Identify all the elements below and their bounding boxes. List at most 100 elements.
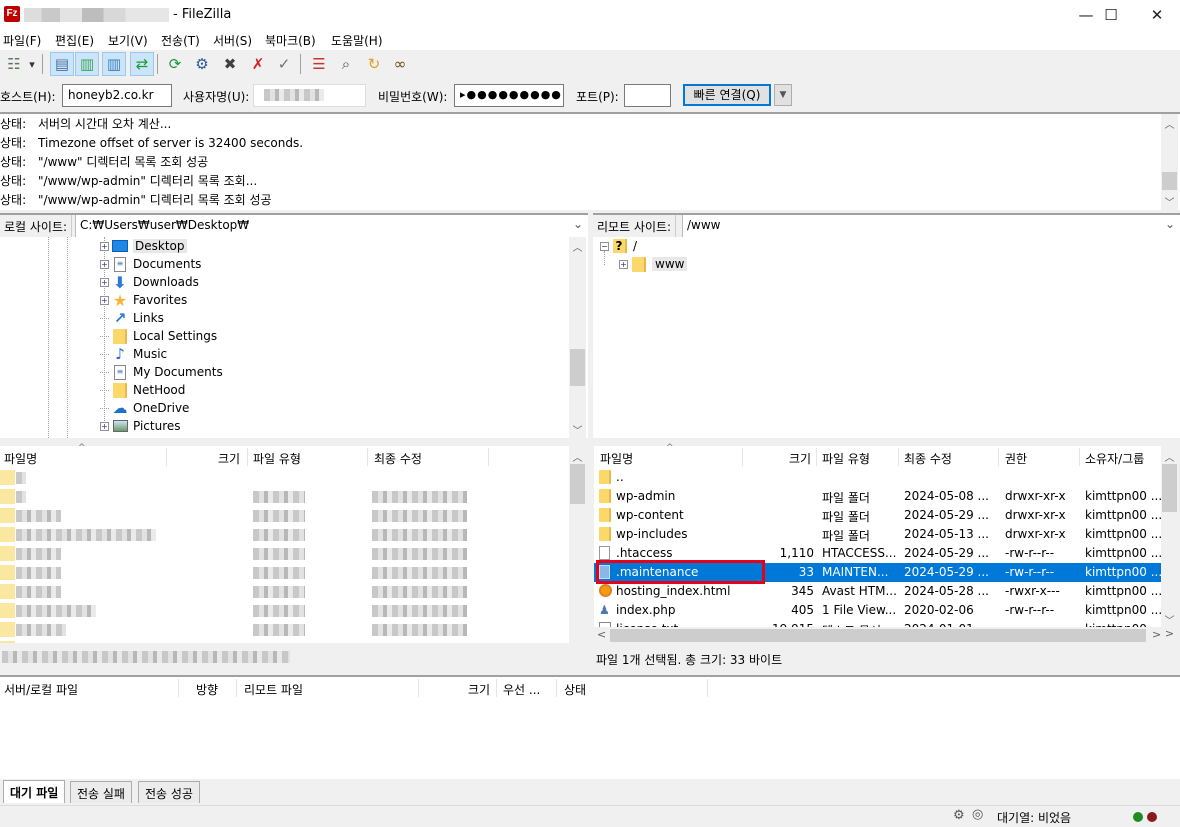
local-list-scrollbar[interactable]: ︿: [569, 446, 586, 643]
tab-queued-files[interactable]: 대기 파일: [3, 780, 66, 803]
scroll-up-icon[interactable]: ︿: [1161, 449, 1178, 464]
tree-node-nethood[interactable]: NetHood: [100, 381, 185, 399]
toggle-remote-tree-icon[interactable]: ▥: [102, 52, 126, 76]
scroll-right-icon[interactable]: >: [1152, 628, 1161, 641]
quickconnect-dropdown[interactable]: ▼: [774, 84, 792, 106]
toggle-message-log-icon[interactable]: ▤: [50, 52, 74, 76]
log-scroll-thumb[interactable]: [1162, 172, 1177, 190]
remote-list-scrollbar[interactable]: ︿ ﹀: [1161, 446, 1178, 627]
col-filetype[interactable]: 파일 유형: [822, 450, 870, 467]
menu-help[interactable]: 도움말(H): [331, 32, 383, 49]
expand-icon[interactable]: +: [100, 277, 109, 287]
speed-limit-gauge-icon[interactable]: ◎: [972, 807, 983, 822]
scroll-up-icon[interactable]: ︿: [569, 239, 586, 254]
chevron-down-icon[interactable]: ⌄: [573, 217, 583, 231]
col-filename[interactable]: 파일명: [600, 450, 633, 467]
scroll-up-icon[interactable]: ︿: [569, 449, 586, 464]
cancel-icon[interactable]: ✖: [218, 52, 242, 76]
tree-node-local-settings[interactable]: Local Settings: [100, 327, 217, 345]
col-permissions[interactable]: 권한: [1005, 450, 1027, 467]
local-file-row[interactable]: [0, 582, 570, 601]
remote-file-row[interactable]: ♟ index.php 405 1 File View... 2020-02-06 -rw…: [594, 601, 1161, 620]
log-scrollbar[interactable]: ︿ ﹀: [1161, 114, 1178, 210]
local-file-row[interactable]: [0, 601, 570, 620]
col-size[interactable]: 크기: [218, 450, 240, 467]
menu-bookmarks[interactable]: 북마크(B): [265, 32, 316, 49]
col-remote-file[interactable]: 리모트 파일: [244, 681, 303, 698]
port-input[interactable]: [624, 84, 671, 107]
local-tree-scroll-thumb[interactable]: [570, 349, 585, 386]
remote-file-row[interactable]: wp-admin 파일 폴더 2024-05-08 ... drwxr-xr-x kim…: [594, 487, 1161, 506]
expand-icon[interactable]: +: [100, 259, 109, 269]
maximize-button[interactable]: ☐: [1088, 0, 1134, 30]
collapse-icon[interactable]: −: [600, 241, 609, 251]
directory-filter-icon[interactable]: ☰: [307, 52, 331, 76]
col-owner-group[interactable]: 소유자/그룹: [1085, 450, 1144, 467]
settings-gear-icon[interactable]: ⚙: [953, 808, 965, 823]
username-input[interactable]: [253, 84, 366, 107]
tree-node-favorites[interactable]: + ★ Favorites: [100, 291, 187, 310]
remote-list-scroll-thumb[interactable]: [1162, 464, 1177, 512]
tree-node-desktop[interactable]: + Desktop: [100, 237, 187, 255]
col-size[interactable]: 크기: [468, 681, 490, 698]
local-tree-scrollbar[interactable]: ︿ ﹀: [569, 237, 586, 438]
col-priority[interactable]: 우선 ...: [503, 681, 540, 698]
local-file-row[interactable]: [0, 468, 570, 487]
local-list-scroll-thumb[interactable]: [570, 464, 585, 504]
menu-edit[interactable]: 편집(E): [55, 32, 94, 49]
scroll-right-icon[interactable]: >: [1161, 627, 1178, 644]
local-file-row[interactable]: [0, 639, 570, 643]
local-file-row[interactable]: [0, 487, 570, 506]
reconnect-icon[interactable]: ✓: [272, 52, 296, 76]
scroll-down-icon[interactable]: ﹀: [569, 422, 586, 437]
close-button[interactable]: ✕: [1134, 0, 1180, 30]
col-status[interactable]: 상태: [564, 681, 586, 698]
toggle-local-tree-icon[interactable]: ▥: [75, 52, 99, 76]
local-path-input[interactable]: C:₩Users₩user₩Desktop₩ ⌄: [75, 215, 588, 237]
tree-node-documents[interactable]: + ≡ Documents: [100, 255, 201, 273]
chevron-down-icon[interactable]: ⌄: [1165, 217, 1175, 231]
tree-node-music[interactable]: ♪ Music: [100, 345, 167, 363]
tree-node-my-documents[interactable]: ≡ My Documents: [100, 363, 223, 381]
remote-path-input[interactable]: /www ⌄: [682, 215, 1180, 237]
site-manager-icon[interactable]: ☷: [2, 52, 26, 76]
disconnect-icon[interactable]: ✗: [246, 52, 270, 76]
expand-icon[interactable]: +: [619, 259, 628, 269]
pane-splitter[interactable]: [588, 213, 592, 673]
local-file-row[interactable]: [0, 620, 570, 639]
expand-icon[interactable]: +: [100, 241, 109, 251]
scroll-up-icon[interactable]: ︿: [1161, 116, 1178, 131]
remote-file-row[interactable]: hosting_index.html 345 Avast HTM... 2024-05…: [594, 582, 1161, 601]
dropdown-arrow-icon[interactable]: ▾: [26, 52, 38, 76]
refresh-icon[interactable]: ⟳: [163, 52, 187, 76]
col-direction[interactable]: 방향: [196, 681, 218, 698]
tab-successful-transfers[interactable]: 전송 성공: [138, 781, 200, 803]
menu-file[interactable]: 파일(F): [3, 32, 41, 49]
remote-hscroll-thumb[interactable]: [610, 629, 1146, 642]
scroll-down-icon[interactable]: ﹀: [1161, 612, 1178, 627]
remote-file-row[interactable]: .maintenance 33 MAINTEN... 2024-05-29 ... -r…: [594, 563, 1161, 582]
tree-node-root[interactable]: − ? /: [600, 237, 637, 255]
expand-icon[interactable]: +: [100, 421, 109, 431]
host-input[interactable]: honeyb2.co.kr: [62, 84, 172, 107]
password-input[interactable]: ▸●●●●●●●●●: [454, 84, 564, 107]
menu-transfer[interactable]: 전송(T): [161, 32, 200, 49]
scroll-down-icon[interactable]: ﹀: [1161, 194, 1178, 209]
scroll-left-icon[interactable]: <: [597, 628, 606, 641]
tab-failed-transfers[interactable]: 전송 실패: [70, 781, 132, 803]
remote-file-row[interactable]: wp-includes 파일 폴더 2024-05-13 ... drwxr-xr-x…: [594, 525, 1161, 544]
expand-icon[interactable]: +: [100, 295, 109, 305]
local-file-row[interactable]: [0, 525, 570, 544]
col-filetype[interactable]: 파일 유형: [253, 450, 301, 467]
col-modified[interactable]: 최종 수정: [374, 450, 422, 467]
process-queue-icon[interactable]: ⚙: [190, 52, 214, 76]
tree-node-onedrive[interactable]: ☁ OneDrive: [100, 399, 189, 417]
remote-horizontal-scrollbar[interactable]: < >: [594, 627, 1161, 644]
directory-compare-icon[interactable]: ⌕: [334, 52, 358, 76]
quickconnect-button[interactable]: 빠른 연결(Q): [683, 84, 771, 106]
remote-file-row[interactable]: .htaccess 1,110 HTACCESS... 2024-05-29 ... -…: [594, 544, 1161, 563]
remote-file-row[interactable]: license.txt19,915텍스트 문서2024-01-01kimttpn…: [594, 620, 1161, 627]
col-server-local-file[interactable]: 서버/로컬 파일: [4, 681, 78, 698]
tree-node-pictures[interactable]: + Pictures: [100, 417, 181, 435]
local-file-row[interactable]: [0, 506, 570, 525]
